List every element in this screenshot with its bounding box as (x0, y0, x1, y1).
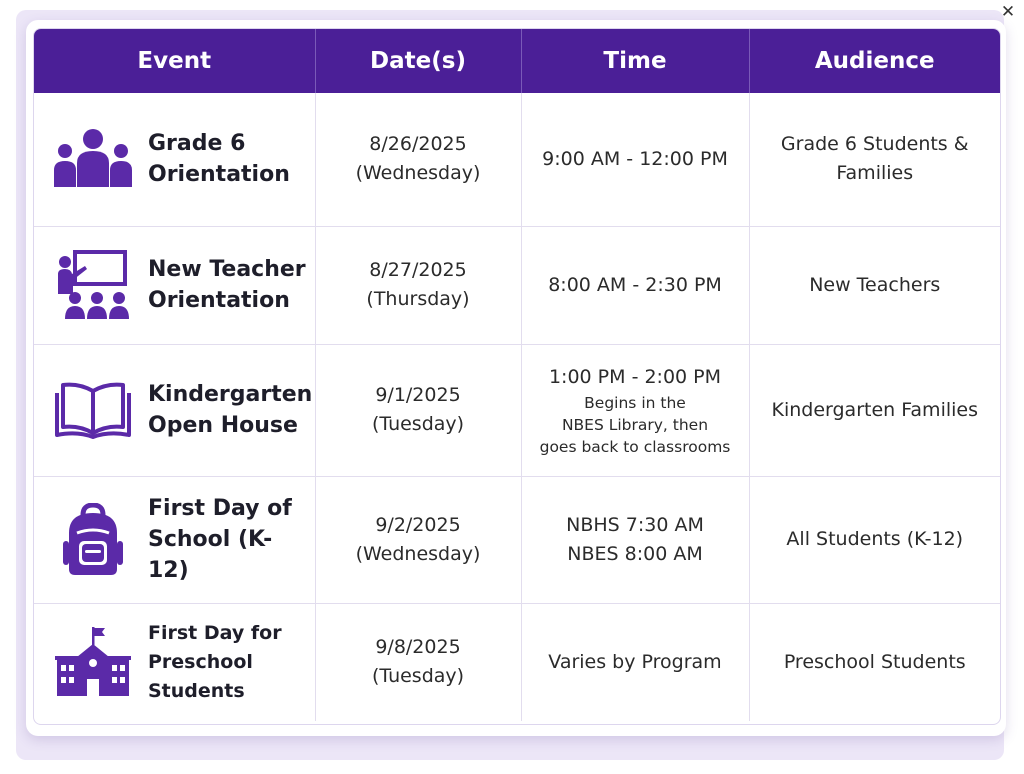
event-name: Grade 6 Orientation (148, 131, 290, 188)
event-cell: New Teacher Orientation (34, 226, 316, 345)
teacher-classroom-icon (52, 250, 134, 320)
date-cell: 9/2/2025 (Wednesday) (315, 476, 522, 604)
event-cell: Kindergarten Open House (34, 344, 316, 477)
date-cell: 8/27/2025 (Thursday) (315, 226, 522, 345)
event-name: First Day of School (K-12) (148, 496, 292, 583)
table-row: Grade 6 Orientation 8/26/2025 (Wednesday… (34, 93, 1000, 227)
open-book-icon (52, 381, 134, 439)
table-row: Kindergarten Open House 9/1/2025 (Tuesda… (34, 344, 1000, 477)
time-cell: NBHS 7:30 AM NBES 8:00 AM (521, 476, 750, 604)
events-table-container: Event Date(s) Time Audience Grade 6 Orie… (33, 28, 1001, 725)
events-table: Event Date(s) Time Audience Grade 6 Orie… (34, 29, 1000, 721)
header-time: Time (521, 29, 750, 93)
event-cell: First Day of School (K-12) (34, 476, 316, 604)
group-people-icon (52, 129, 134, 189)
page: ✕ Event Date(s) Time Audience Grade 6 Or… (0, 0, 1024, 774)
school-building-icon (52, 627, 134, 697)
backpack-icon (52, 502, 134, 577)
event-name: New Teacher Orientation (148, 257, 306, 313)
audience-cell: Kindergarten Families (749, 344, 1000, 477)
time-cell: 1:00 PM - 2:00 PM Begins in the NBES Lib… (521, 344, 750, 477)
audience-cell: Grade 6 Students & Families (749, 93, 1000, 227)
time-cell: 8:00 AM - 2:30 PM (521, 226, 750, 345)
table-row: First Day for Preschool Students 9/8/202… (34, 603, 1000, 721)
header-dates: Date(s) (315, 29, 522, 93)
table-header-row: Event Date(s) Time Audience (34, 29, 1000, 93)
time-cell: Varies by Program (521, 603, 750, 721)
audience-cell: Preschool Students (783, 650, 966, 673)
table-row: New Teacher Orientation 8/27/2025 (Thurs… (34, 226, 1000, 345)
audience-cell: All Students (K-12) (749, 476, 1000, 604)
header-event: Event (34, 29, 316, 93)
event-cell: First Day for Preschool Students (34, 603, 316, 721)
audience-cell: New Teachers (749, 226, 1000, 345)
date-cell: 9/1/2025 (Tuesday) (315, 344, 522, 477)
header-audience: Audience (749, 29, 1000, 93)
date-cell: 9/8/2025 (Tuesday) (315, 603, 522, 721)
event-name: First Day for Preschool Students (148, 621, 282, 702)
event-name: Kindergarten Open House (148, 382, 313, 438)
time-cell: 9:00 AM - 12:00 PM (521, 93, 750, 227)
event-cell: Grade 6 Orientation (34, 93, 316, 227)
date-cell: 8/26/2025 (Wednesday) (315, 93, 522, 227)
table-row: First Day of School (K-12) 9/2/2025 (Wed… (34, 476, 1000, 604)
